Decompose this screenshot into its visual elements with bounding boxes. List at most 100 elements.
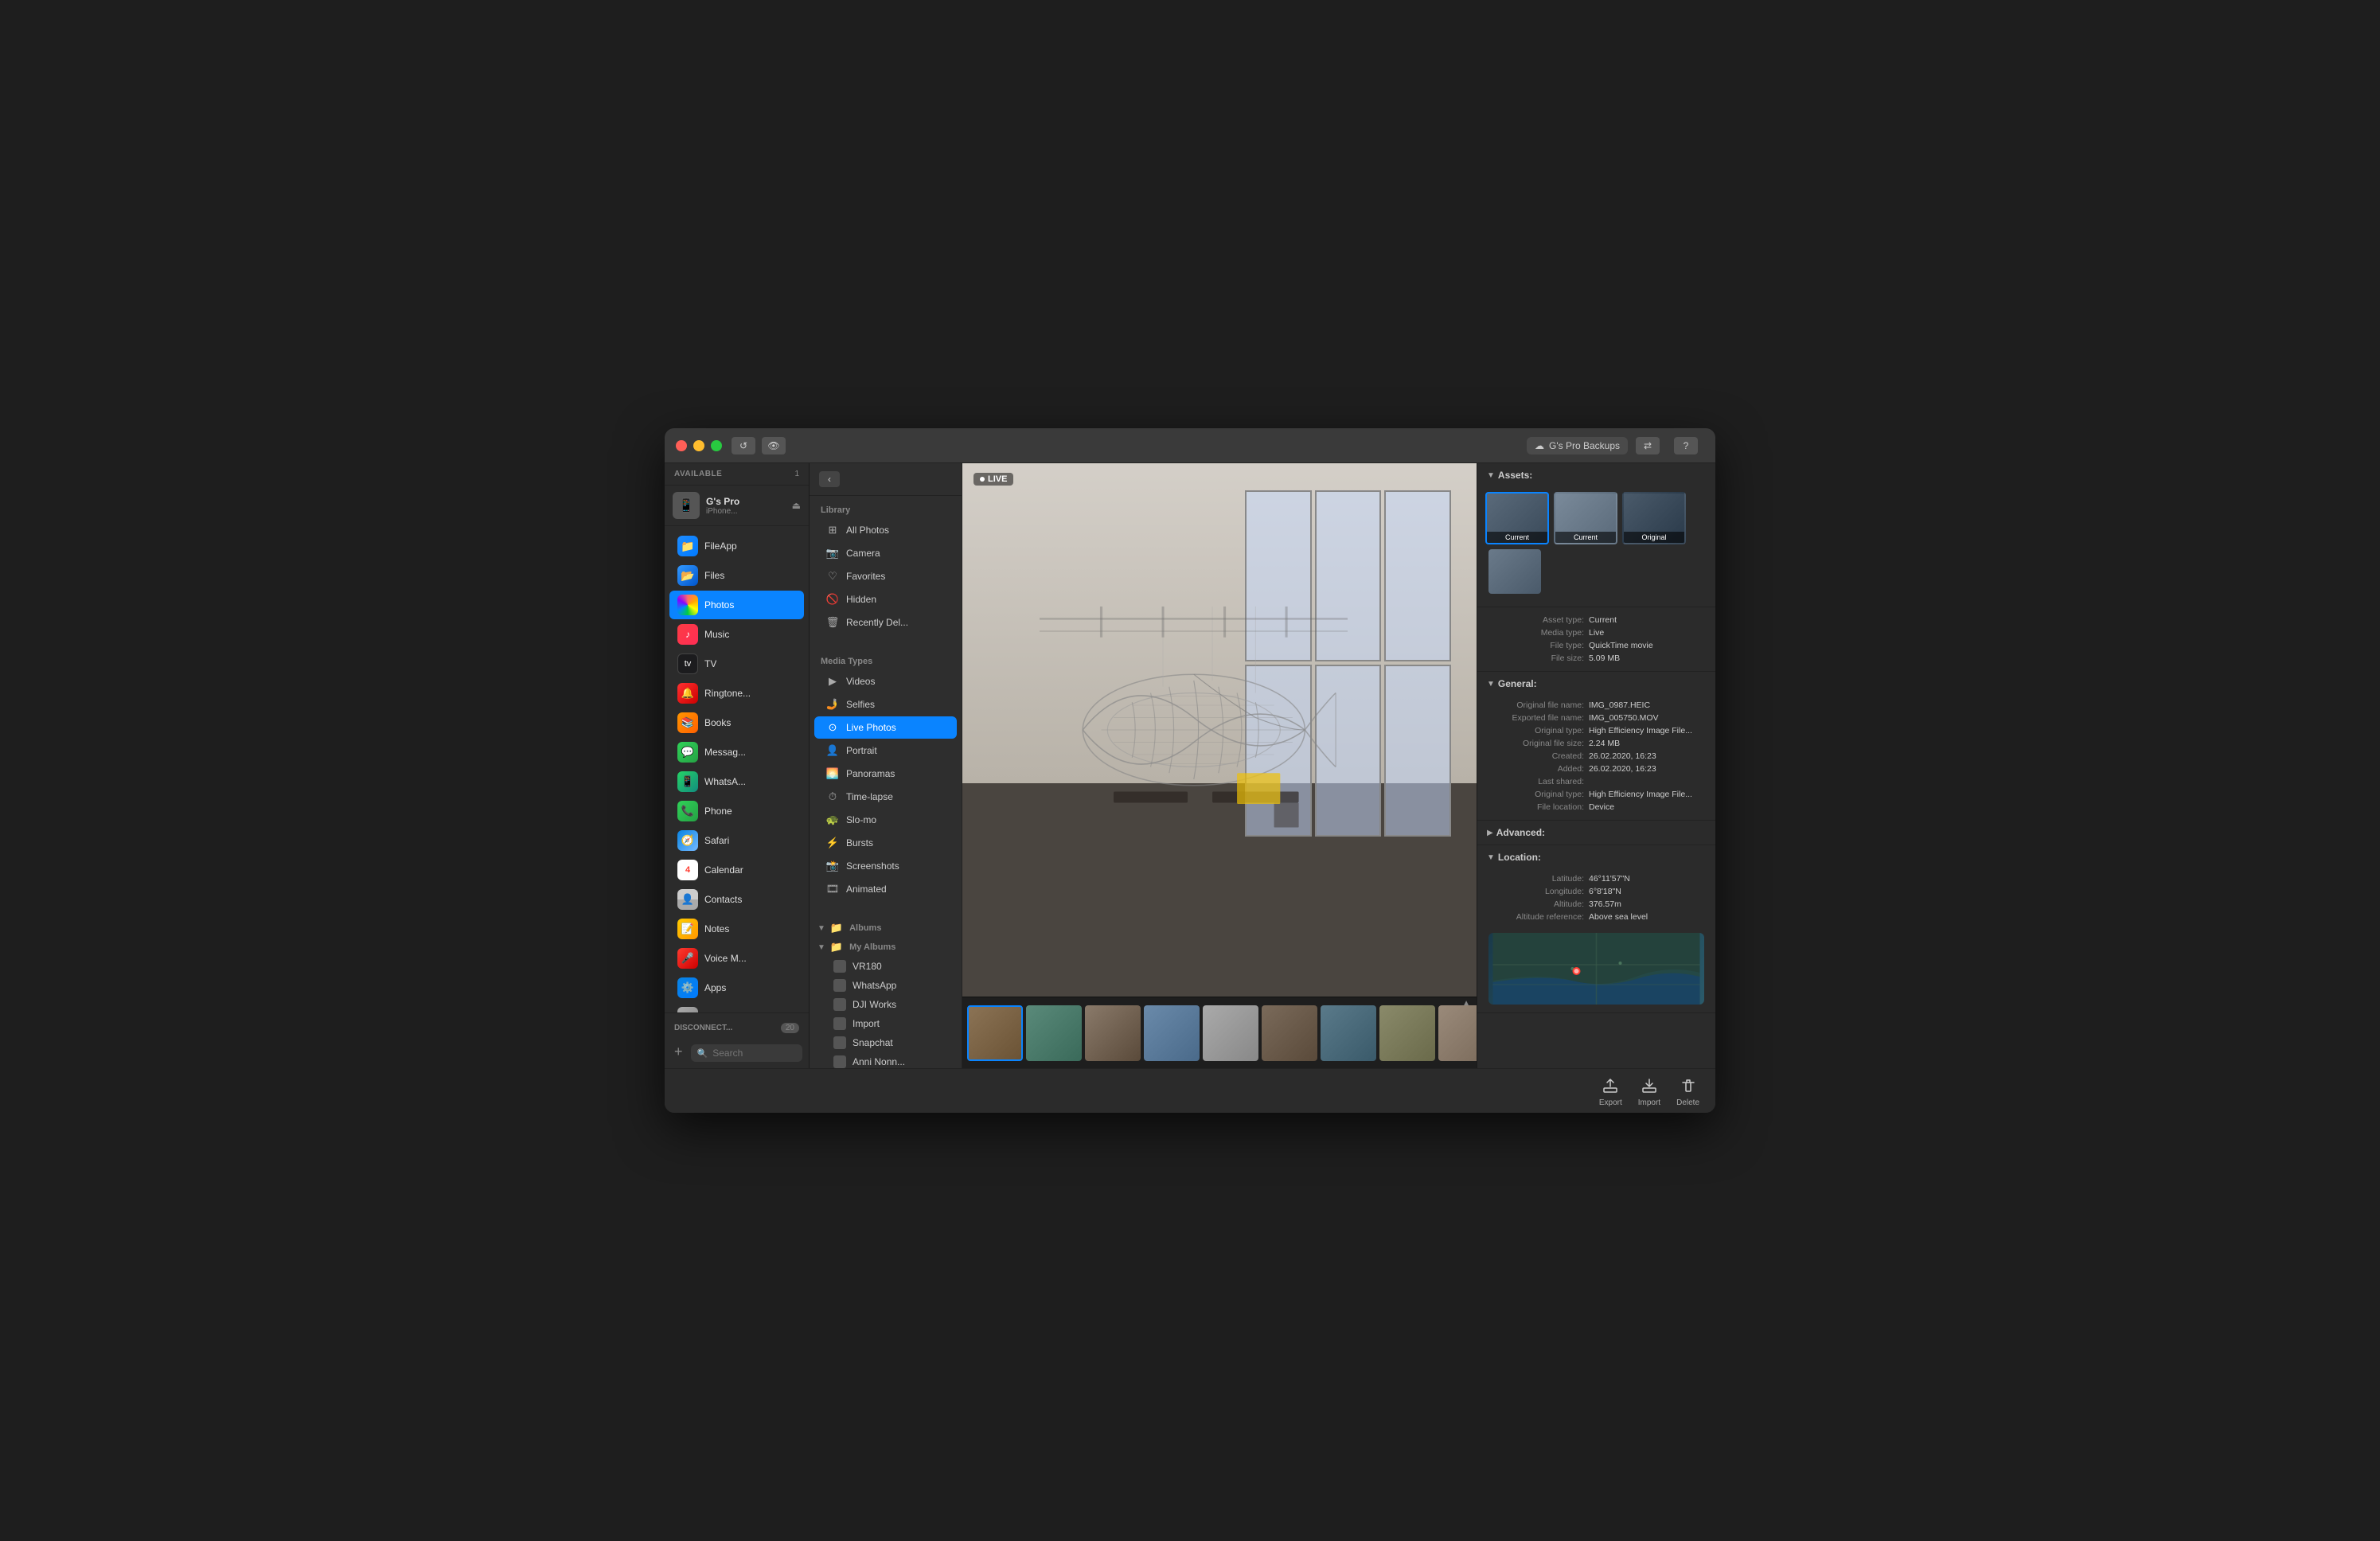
sidebar-item-notes[interactable]: 📝 Notes bbox=[669, 915, 804, 943]
ps-item-videos[interactable]: ▶ Videos bbox=[814, 670, 957, 692]
device-row[interactable]: 📱 G's Pro iPhone... ⏏ bbox=[665, 486, 809, 526]
my-albums-header[interactable]: ▼ 📁 My Albums bbox=[810, 938, 962, 957]
portrait-icon: 👤 bbox=[825, 743, 840, 758]
sidebar-item-safari[interactable]: 🧭 Safari bbox=[669, 826, 804, 855]
thumbnail-item[interactable] bbox=[1262, 1005, 1317, 1061]
timelapse-icon: ⏱ bbox=[825, 790, 840, 804]
location-map[interactable] bbox=[1488, 933, 1704, 1005]
available-label: AVAILABLE bbox=[674, 470, 722, 478]
cloud-backup-label[interactable]: ☁ G's Pro Backups bbox=[1527, 437, 1628, 454]
export-button[interactable]: Export bbox=[1599, 1075, 1622, 1107]
eye-button[interactable]: 👁 bbox=[762, 437, 786, 454]
general-section-header[interactable]: ▼ General: bbox=[1477, 672, 1715, 696]
album-snapchat[interactable]: Snapchat bbox=[810, 1033, 962, 1052]
ps-item-panoramas[interactable]: 🌅 Panoramas bbox=[814, 763, 957, 785]
sidebar-item-files[interactable]: 📂 Files bbox=[669, 561, 804, 590]
thumbnail-item[interactable] bbox=[1085, 1005, 1141, 1061]
ps-item-camera[interactable]: 📷 Camera bbox=[814, 542, 957, 564]
sidebar-item-voicememo[interactable]: 🎤 Voice M... bbox=[669, 944, 804, 973]
thumbnail-item[interactable] bbox=[1026, 1005, 1082, 1061]
sidebar-item-tv[interactable]: tv TV bbox=[669, 650, 804, 678]
sidebar-item-music[interactable]: ♪ Music bbox=[669, 620, 804, 649]
sidebar-item-books[interactable]: 📚 Books bbox=[669, 708, 804, 737]
assets-grid: Current Current Original bbox=[1477, 487, 1715, 607]
sidebar-item-apps[interactable]: ⚙️ Apps bbox=[669, 973, 804, 1002]
sidebar-item-contacts[interactable]: 👤 Contacts bbox=[669, 885, 804, 914]
help-button[interactable]: ? bbox=[1674, 437, 1698, 454]
file-type-row: File type: QuickTime movie bbox=[1477, 639, 1715, 652]
ps-item-portrait[interactable]: 👤 Portrait bbox=[814, 739, 957, 762]
created-key: Created: bbox=[1488, 751, 1584, 761]
album-whatsapp-label: WhatsApp bbox=[853, 980, 896, 991]
asset-info-section: Asset type: Current Media type: Live Fil… bbox=[1477, 607, 1715, 672]
scroll-up-icon[interactable]: ▲ bbox=[1462, 999, 1470, 1008]
album-import[interactable]: Import bbox=[810, 1014, 962, 1033]
ps-item-hidden[interactable]: 🚫 Hidden bbox=[814, 588, 957, 611]
asset-thumb-current-1[interactable]: Current bbox=[1485, 492, 1549, 544]
thumbnail-item[interactable] bbox=[967, 1005, 1023, 1061]
ps-item-allphotos[interactable]: ⊞ All Photos bbox=[814, 519, 957, 541]
advanced-section-header[interactable]: ▶ Advanced: bbox=[1477, 821, 1715, 845]
ringtone-label: Ringtone... bbox=[704, 688, 751, 699]
minimize-button[interactable] bbox=[693, 440, 704, 451]
latitude-row: Latitude: 46°11'57"N bbox=[1477, 872, 1715, 885]
created-row: Created: 26.02.2020, 16:23 bbox=[1477, 750, 1715, 763]
thumbnail-item[interactable] bbox=[1438, 1005, 1477, 1061]
album-whatsapp[interactable]: WhatsApp bbox=[810, 976, 962, 995]
ps-item-recently-deleted[interactable]: 🗑 Recently Del... bbox=[814, 611, 957, 634]
maximize-button[interactable] bbox=[711, 440, 722, 451]
albums-header[interactable]: ▼ 📁 Albums bbox=[810, 919, 962, 938]
sidebar-item-profiles[interactable]: ⚙ Profiles bbox=[669, 1003, 804, 1012]
close-button[interactable] bbox=[676, 440, 687, 451]
ps-item-livephotos[interactable]: ⊙ Live Photos bbox=[814, 716, 957, 739]
music-icon: ♪ bbox=[677, 624, 698, 645]
ps-item-screenshots[interactable]: 📸 Screenshots bbox=[814, 855, 957, 877]
thumbnail-item[interactable] bbox=[1379, 1005, 1435, 1061]
sidebar-item-fileapp[interactable]: 📁 FileApp bbox=[669, 532, 804, 560]
eject-icon[interactable]: ⏏ bbox=[792, 500, 801, 511]
asset-thumb-current-2[interactable]: Current bbox=[1554, 492, 1617, 544]
window-pane-3 bbox=[1384, 490, 1450, 662]
location-section-header[interactable]: ▼ Location: bbox=[1477, 845, 1715, 869]
import-button[interactable]: Import bbox=[1638, 1075, 1660, 1107]
back-button[interactable]: ‹ bbox=[819, 471, 840, 487]
sidebar-item-ringtone[interactable]: 🔔 Ringtone... bbox=[669, 679, 804, 708]
ps-item-animated[interactable]: 🎞 Animated bbox=[814, 878, 957, 900]
add-app-button[interactable]: + bbox=[671, 1044, 686, 1060]
sidebar-item-photos[interactable]: Photos bbox=[669, 591, 804, 619]
thumbnail-item[interactable] bbox=[1144, 1005, 1200, 1061]
sidebar-item-messages[interactable]: 💬 Messag... bbox=[669, 738, 804, 767]
asset-thumb-original-2[interactable] bbox=[1488, 549, 1541, 594]
sidebar-search[interactable]: 🔍 bbox=[691, 1044, 802, 1062]
selfies-icon: 🤳 bbox=[825, 697, 840, 712]
sidebar-item-phone[interactable]: 📞 Phone bbox=[669, 797, 804, 825]
search-input[interactable] bbox=[712, 1047, 796, 1059]
assets-arrow-icon: ▼ bbox=[1487, 471, 1495, 480]
delete-icon bbox=[1677, 1075, 1699, 1096]
ps-item-selfies[interactable]: 🤳 Selfies bbox=[814, 693, 957, 716]
calendar-label: Calendar bbox=[704, 864, 743, 876]
albums-label: Albums bbox=[849, 923, 881, 933]
hidden-label: Hidden bbox=[846, 594, 876, 605]
thumbnail-item[interactable] bbox=[1203, 1005, 1258, 1061]
available-count: 1 bbox=[794, 470, 799, 478]
ps-item-favorites[interactable]: ♡ Favorites bbox=[814, 565, 957, 587]
album-anni-icon bbox=[833, 1055, 846, 1068]
album-vr180[interactable]: VR180 bbox=[810, 957, 962, 976]
assets-section-header[interactable]: ▼ Assets: bbox=[1477, 463, 1715, 487]
ps-item-timelapse[interactable]: ⏱ Time-lapse bbox=[814, 786, 957, 808]
ps-item-slowmo[interactable]: 🐢 Slo-mo bbox=[814, 809, 957, 831]
sidebar-item-calendar[interactable]: 4 Calendar bbox=[669, 856, 804, 884]
thumbnail-item[interactable] bbox=[1321, 1005, 1376, 1061]
timelapse-label: Time-lapse bbox=[846, 791, 893, 802]
sync-button[interactable]: ⇄ bbox=[1636, 437, 1660, 454]
original-filesize-key: Original file size: bbox=[1488, 739, 1584, 748]
album-djiworks[interactable]: DJI Works bbox=[810, 995, 962, 1014]
original-filesize-row: Original file size: 2.24 MB bbox=[1477, 737, 1715, 750]
sidebar-item-whatsapp[interactable]: 📱 WhatsA... bbox=[669, 767, 804, 796]
asset-thumb-original-1[interactable]: Original bbox=[1622, 492, 1686, 544]
refresh-button[interactable]: ↺ bbox=[732, 437, 755, 454]
delete-button[interactable]: Delete bbox=[1676, 1075, 1699, 1107]
ps-item-bursts[interactable]: ⚡ Bursts bbox=[814, 832, 957, 854]
album-anni[interactable]: Anni Nonn... bbox=[810, 1052, 962, 1068]
